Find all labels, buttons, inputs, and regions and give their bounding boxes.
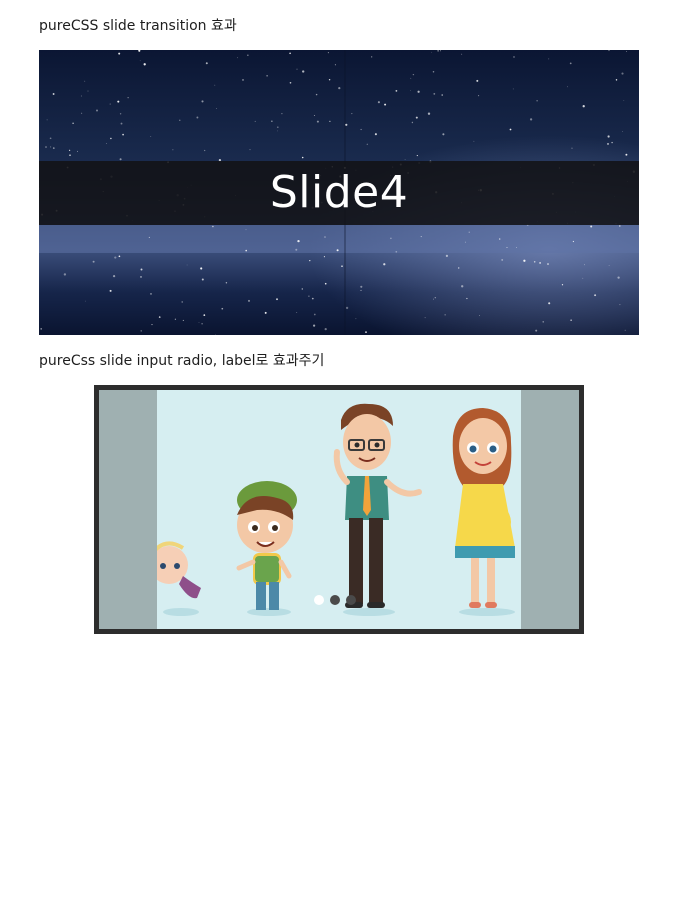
slide-dot-1[interactable] [314,595,324,605]
radio-label-slider [94,385,584,634]
mom-figure [452,408,515,608]
slide-caption: Slide4 [269,167,409,218]
family-illustration-image [157,390,521,629]
dad-figure [333,403,422,608]
section-heading-slide-transition: pureCSS slide transition 효과 [39,18,237,34]
boy-figure [236,481,297,610]
slide-dot-2[interactable] [330,595,340,605]
baby-figure [157,541,201,599]
slide-pagination [314,595,356,605]
slide-transition-slider: Slide4 [39,50,639,335]
section-heading-radio-label-slider: pureCss slide input radio, label로 효과주기 [39,353,325,369]
slide-dot-3[interactable] [346,595,356,605]
